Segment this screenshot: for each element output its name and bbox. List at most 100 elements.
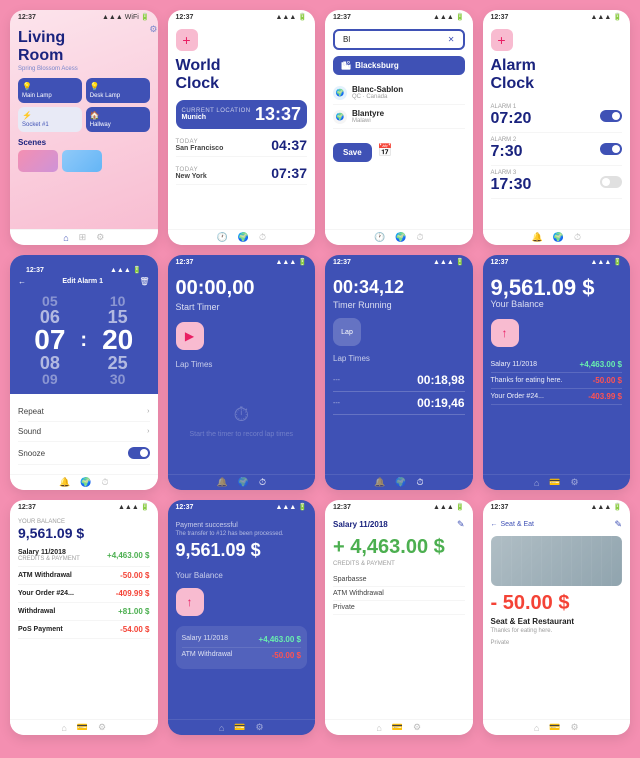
- settings-nav-icon[interactable]: ⚙: [96, 232, 104, 243]
- add-clock-button[interactable]: +: [176, 29, 198, 51]
- alarm-icon-6[interactable]: 🔔: [217, 477, 228, 488]
- timer-icon-7[interactable]: ⏱: [416, 477, 423, 488]
- status-time-8: 12:37: [491, 259, 509, 266]
- wallet-icon-12[interactable]: 💳: [549, 722, 560, 733]
- settings-icon-9[interactable]: ⚙: [98, 722, 106, 733]
- setting-sound[interactable]: Sound ›: [18, 422, 150, 442]
- home-icon-10[interactable]: ⌂: [219, 723, 224, 733]
- home-icon-12[interactable]: ⌂: [534, 723, 539, 733]
- wallet-icon-9[interactable]: 💳: [77, 722, 88, 733]
- trans-name-2-8: Thanks for eating here.: [491, 377, 563, 384]
- wallet-icon-11[interactable]: 💳: [392, 722, 403, 733]
- search-input-bar[interactable]: Bl ✕: [333, 29, 465, 50]
- clear-icon[interactable]: ✕: [448, 35, 455, 44]
- alarm-toggle-3[interactable]: [600, 176, 622, 188]
- tl-item-1[interactable]: Salary 11/2018 CREDITS & PAYMENT +4,463.…: [18, 545, 150, 567]
- timer-nav-icon[interactable]: ⏱: [259, 232, 266, 243]
- alarm-nav-icon[interactable]: 🔔: [532, 232, 543, 243]
- trans-amount-2-8: -50.00 $: [593, 376, 622, 385]
- device-main-lamp[interactable]: 💡 Main Lamp: [18, 78, 82, 103]
- tl-item-2[interactable]: ATM Withdrawal -50.00 $: [18, 567, 150, 585]
- restaurant-sub: Thanks for eating here.: [491, 628, 623, 634]
- world-icon-5[interactable]: 🌍: [80, 477, 91, 488]
- timer-icon-5[interactable]: ⏱: [101, 477, 108, 488]
- send-button-10[interactable]: ↑: [176, 588, 204, 616]
- edit-button-12[interactable]: ✎: [614, 519, 622, 530]
- wallet-icon-8[interactable]: 💳: [549, 477, 560, 488]
- settings-icon-8[interactable]: ⚙: [571, 477, 579, 488]
- list-icon-2: 🌍: [333, 110, 347, 124]
- tl-item-5[interactable]: PoS Payment -54.00 $: [18, 621, 150, 639]
- home-nav-icon[interactable]: ⌂: [63, 233, 68, 243]
- alarm-icon-7[interactable]: 🔔: [374, 477, 385, 488]
- flag-icon: 🏙: [341, 61, 351, 70]
- calendar-icon[interactable]: 📅: [378, 143, 393, 157]
- trans-1-8: Salary 11/2018 +4,463.00 $: [491, 357, 623, 373]
- hour-picker[interactable]: 05 06 07 08 09: [34, 294, 65, 386]
- alarm-toggle-2[interactable]: [600, 143, 622, 155]
- home-icon-9[interactable]: ⌂: [61, 723, 66, 733]
- play-button[interactable]: ▶: [176, 322, 204, 350]
- grid-nav-icon[interactable]: ⊞: [79, 232, 87, 243]
- home-icon-8[interactable]: ⌂: [534, 478, 539, 488]
- list-item-1[interactable]: 🌍 Blanc-Sablon QC · Canada: [333, 81, 465, 105]
- status-time-12: 12:37: [491, 504, 509, 511]
- list-item-2[interactable]: 🌍 Blantyre Malawi: [333, 105, 465, 129]
- timer-nav-icon-4[interactable]: ⏱: [574, 232, 581, 243]
- scene-1[interactable]: [18, 150, 58, 172]
- timer-icon-3[interactable]: ⏱: [416, 232, 423, 243]
- add-alarm-button[interactable]: +: [491, 29, 513, 51]
- save-button[interactable]: Save: [333, 143, 372, 162]
- item-secondary-1: QC · Canada: [352, 94, 403, 100]
- tl-item-4[interactable]: Withdrawal +81.00 $: [18, 603, 150, 621]
- edit-button[interactable]: ✎: [457, 519, 465, 530]
- phone-grid: 12:37 ▲▲▲ WiFi 🔋 ⚙ Living Room Spring Bl…: [0, 0, 640, 745]
- timer-icon-6[interactable]: ⏱: [259, 477, 266, 488]
- alarm-icon-5[interactable]: 🔔: [59, 477, 70, 488]
- world-icon-7[interactable]: 🌍: [395, 477, 406, 488]
- min-prev: 10: [110, 294, 126, 308]
- world-nav-icon-4[interactable]: 🌍: [553, 232, 564, 243]
- scene-2[interactable]: [62, 150, 102, 172]
- device-socket[interactable]: ⚡ Socket #1: [18, 107, 82, 132]
- device-desk-lamp[interactable]: 💡 Desk Lamp: [86, 78, 150, 103]
- wallet-icon-10[interactable]: 💳: [234, 722, 245, 733]
- settings-icon-11[interactable]: ⚙: [413, 722, 421, 733]
- lap-button[interactable]: Lap: [333, 318, 361, 346]
- world-nav-icon[interactable]: 🌍: [238, 232, 249, 243]
- alarm-toggle-1[interactable]: [600, 110, 622, 122]
- back-button-12[interactable]: ← Seat & Eat: [491, 521, 534, 528]
- salary-nav-title: Salary 11/2018: [333, 520, 388, 529]
- home-icon-11[interactable]: ⌂: [376, 723, 381, 733]
- back-label: Seat & Eat: [501, 521, 534, 528]
- snooze-toggle[interactable]: [128, 447, 150, 459]
- status-time-9: 12:37: [18, 504, 36, 511]
- first-result[interactable]: 🏙 Blacksburg: [333, 56, 465, 75]
- battery-icon-4: 🔋: [613, 13, 622, 21]
- alarm-1[interactable]: ALARM 1 07:20: [491, 100, 623, 133]
- world-icon-6[interactable]: 🌍: [238, 477, 249, 488]
- settings-icon-10[interactable]: ⚙: [256, 722, 264, 733]
- alarm-2[interactable]: ALARM 2 7:30: [491, 133, 623, 166]
- clock-nav-icon[interactable]: 🕐: [217, 232, 228, 243]
- clock-icon-3[interactable]: 🕐: [374, 232, 385, 243]
- clock-entry-ny: TODAY New York 07:37: [176, 162, 308, 185]
- settings-icon[interactable]: ⚙: [149, 24, 157, 35]
- tl-name-2: ATM Withdrawal: [18, 572, 72, 579]
- delete-icon[interactable]: 🗑: [139, 277, 149, 286]
- alarm-3[interactable]: ALARM 3 17:30: [491, 166, 623, 199]
- lap-times-label-7: Lap Times: [333, 354, 465, 363]
- world-icon-3[interactable]: 🌍: [395, 232, 406, 243]
- battery-icon-9: 🔋: [141, 503, 150, 511]
- send-button-8[interactable]: ↑: [491, 319, 519, 347]
- signal-icon-5: ▲▲▲: [110, 267, 131, 274]
- setting-snooze[interactable]: Snooze: [18, 442, 150, 465]
- tl-item-3[interactable]: Your Order #24... -409.99 $: [18, 585, 150, 603]
- device-hallway[interactable]: 🏠 Hallway: [86, 107, 150, 132]
- back-button[interactable]: ←: [18, 277, 26, 286]
- setting-repeat[interactable]: Repeat ›: [18, 402, 150, 422]
- settings-icon-12[interactable]: ⚙: [571, 722, 579, 733]
- minute-picker[interactable]: 10 15 20 25 30: [102, 294, 133, 386]
- time-picker[interactable]: 05 06 07 08 09 : 10 15 20 25 30: [18, 294, 150, 386]
- bottom-nav-1: ⌂ ⊞ ⚙: [10, 229, 158, 245]
